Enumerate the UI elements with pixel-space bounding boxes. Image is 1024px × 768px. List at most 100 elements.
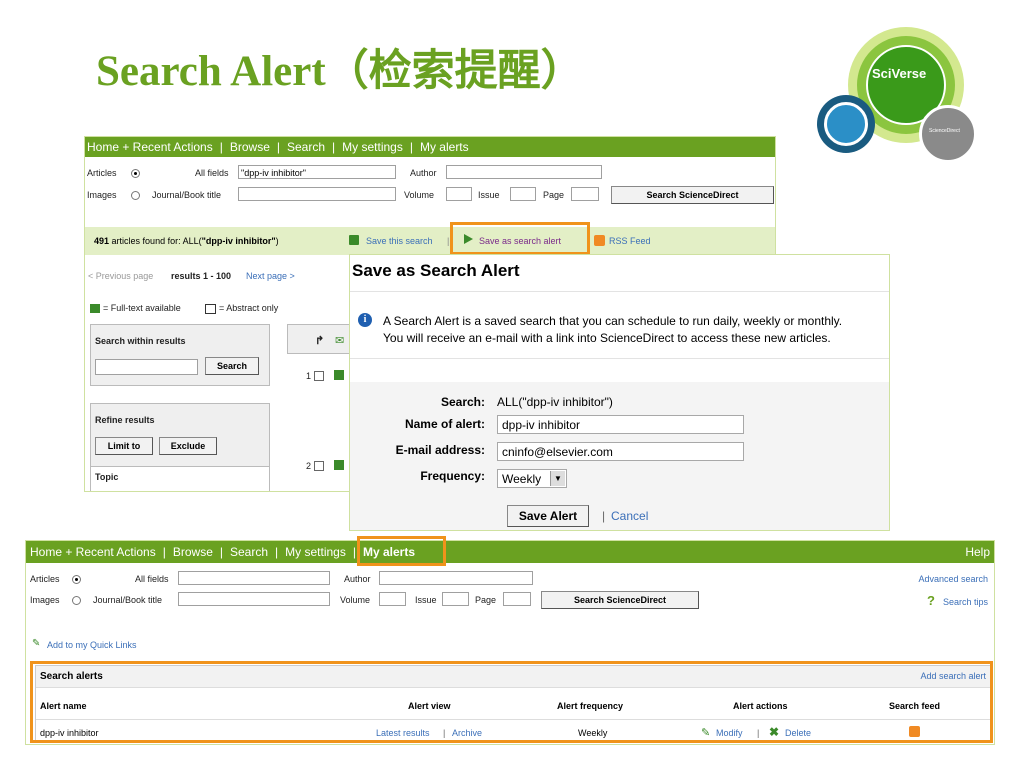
info-icon: i [358, 313, 372, 327]
save-disk-icon [349, 235, 359, 245]
email-address-label: E-mail address: [395, 443, 485, 457]
previous-page-link[interactable]: < Previous page [88, 271, 153, 281]
volume-label: Volume [340, 595, 371, 605]
frequency-label: Frequency: [420, 469, 485, 483]
rss-icon [594, 235, 605, 246]
nav-my-alerts[interactable]: My alerts [420, 140, 469, 154]
separator: | [447, 236, 450, 246]
result-row-1-fulltext-icon [334, 370, 344, 380]
next-page-link[interactable]: Next page > [246, 271, 295, 281]
fulltext-icon [90, 304, 100, 313]
search-sciencedirect-button[interactable]: Search ScienceDirect [541, 591, 699, 609]
chevron-down-icon[interactable]: ▼ [550, 471, 565, 486]
help-link[interactable]: Help [965, 545, 990, 559]
info-line-1: A Search Alert is a saved search that yo… [383, 314, 843, 328]
sort-arrow-icon: ↱ [315, 335, 325, 347]
articles-radio[interactable] [131, 169, 140, 178]
alerts-table-highlight [30, 661, 993, 743]
email-icon: ✉ [335, 335, 345, 347]
help-question-icon: ? [927, 593, 935, 608]
nav-browse[interactable]: Browse [230, 140, 270, 154]
frequency-value: Weekly [502, 472, 542, 486]
articles-label: Articles [30, 574, 60, 584]
result-row-1-number: 1 [306, 371, 312, 381]
separator: | [602, 509, 606, 523]
info-line-2: You will receive an e-mail with a link i… [383, 331, 831, 345]
volume-input[interactable] [379, 592, 406, 606]
result-row-2-number: 2 [306, 461, 312, 471]
quick-links-icon: ✎ [32, 638, 41, 649]
page-input[interactable] [571, 187, 599, 201]
page-label: Page [475, 595, 497, 605]
logo-sub-text: ScienceDirect [929, 128, 960, 134]
save-alert-button[interactable]: Save Alert [507, 505, 589, 527]
journal-label: Journal/Book title [93, 595, 163, 605]
abstract-icon [205, 304, 216, 314]
result-row-1-checkbox[interactable] [314, 371, 324, 381]
search-value: ALL("dpp-iv inhibitor") [497, 395, 613, 409]
search-within-input[interactable] [95, 359, 198, 375]
images-label: Images [87, 190, 117, 200]
save-alert-highlight [450, 222, 590, 255]
articles-radio[interactable] [72, 575, 81, 584]
nav-my-settings[interactable]: My settings [285, 545, 346, 559]
limit-to-button[interactable]: Limit to [95, 437, 153, 455]
slide-title: Search Alert（检索提醒） [96, 48, 584, 95]
results-range: results 1 - 100 [171, 271, 232, 281]
author-label: Author [344, 574, 371, 584]
frequency-select[interactable]: Weekly ▼ [497, 469, 567, 488]
results-summary: 491 articles found for: ALL("dpp-iv inhi… [94, 236, 279, 246]
issue-input[interactable] [510, 187, 536, 201]
volume-input[interactable] [446, 187, 472, 201]
issue-input[interactable] [442, 592, 469, 606]
result-row-2-checkbox[interactable] [314, 461, 324, 471]
journal-input[interactable] [238, 187, 396, 201]
refine-title: Refine results [95, 415, 155, 425]
top-nav-bar: Home + Recent Actions | Browse | Search | M… [85, 137, 775, 157]
articles-label: Articles [87, 168, 117, 178]
journal-input[interactable] [178, 592, 330, 606]
cancel-link[interactable]: Cancel [611, 509, 648, 523]
my-alerts-highlight [357, 536, 446, 566]
all-fields-input[interactable] [178, 571, 330, 585]
rss-feed-link[interactable]: RSS Feed [609, 236, 651, 246]
name-of-alert-input[interactable]: dpp-iv inhibitor [497, 415, 744, 434]
name-of-alert-label: Name of alert: [404, 417, 485, 431]
bottom-nav-bar: Home + Recent Actions | Browse | Search | M… [26, 541, 994, 563]
all-fields-label: All fields [135, 574, 169, 584]
logo-main-text: SciVerse [872, 66, 927, 81]
save-alert-dialog: Save as Search Alert i A Search Alert is… [349, 254, 890, 531]
fulltext-legend: = Full-text available [103, 303, 181, 313]
advanced-search-link[interactable]: Advanced search [918, 574, 988, 584]
result-row-2-fulltext-icon [334, 460, 344, 470]
images-radio[interactable] [72, 596, 81, 605]
all-fields-label: All fields [195, 168, 229, 178]
author-input[interactable] [446, 165, 602, 179]
author-input[interactable] [379, 571, 533, 585]
images-radio[interactable] [131, 191, 140, 200]
search-tips-link[interactable]: Search tips [943, 597, 988, 607]
nav-search[interactable]: Search [230, 545, 268, 559]
nav-search[interactable]: Search [287, 140, 325, 154]
all-fields-input[interactable]: "dpp-iv inhibitor" [238, 165, 396, 179]
images-label: Images [30, 595, 60, 605]
abstract-legend: = Abstract only [219, 303, 279, 313]
nav-browse[interactable]: Browse [173, 545, 213, 559]
nav-my-settings[interactable]: My settings [342, 140, 403, 154]
email-address-input[interactable]: cninfo@elsevier.com [497, 442, 744, 461]
topic-label: Topic [95, 472, 119, 482]
page-label: Page [543, 190, 565, 200]
nav-home[interactable]: Home + Recent Actions [30, 545, 156, 559]
search-within-title: Search within results [95, 336, 186, 346]
save-this-search-link[interactable]: Save this search [366, 236, 433, 246]
exclude-button[interactable]: Exclude [159, 437, 217, 455]
search-within-button[interactable]: Search [205, 357, 259, 375]
volume-label: Volume [404, 190, 435, 200]
author-label: Author [410, 168, 437, 178]
page-input[interactable] [503, 592, 531, 606]
search-within-panel [90, 324, 270, 386]
search-sciencedirect-button[interactable]: Search ScienceDirect [611, 186, 774, 204]
nav-home[interactable]: Home + Recent Actions [87, 140, 213, 154]
search-label: Search: [440, 395, 485, 409]
add-to-quick-links-link[interactable]: Add to my Quick Links [47, 640, 137, 650]
